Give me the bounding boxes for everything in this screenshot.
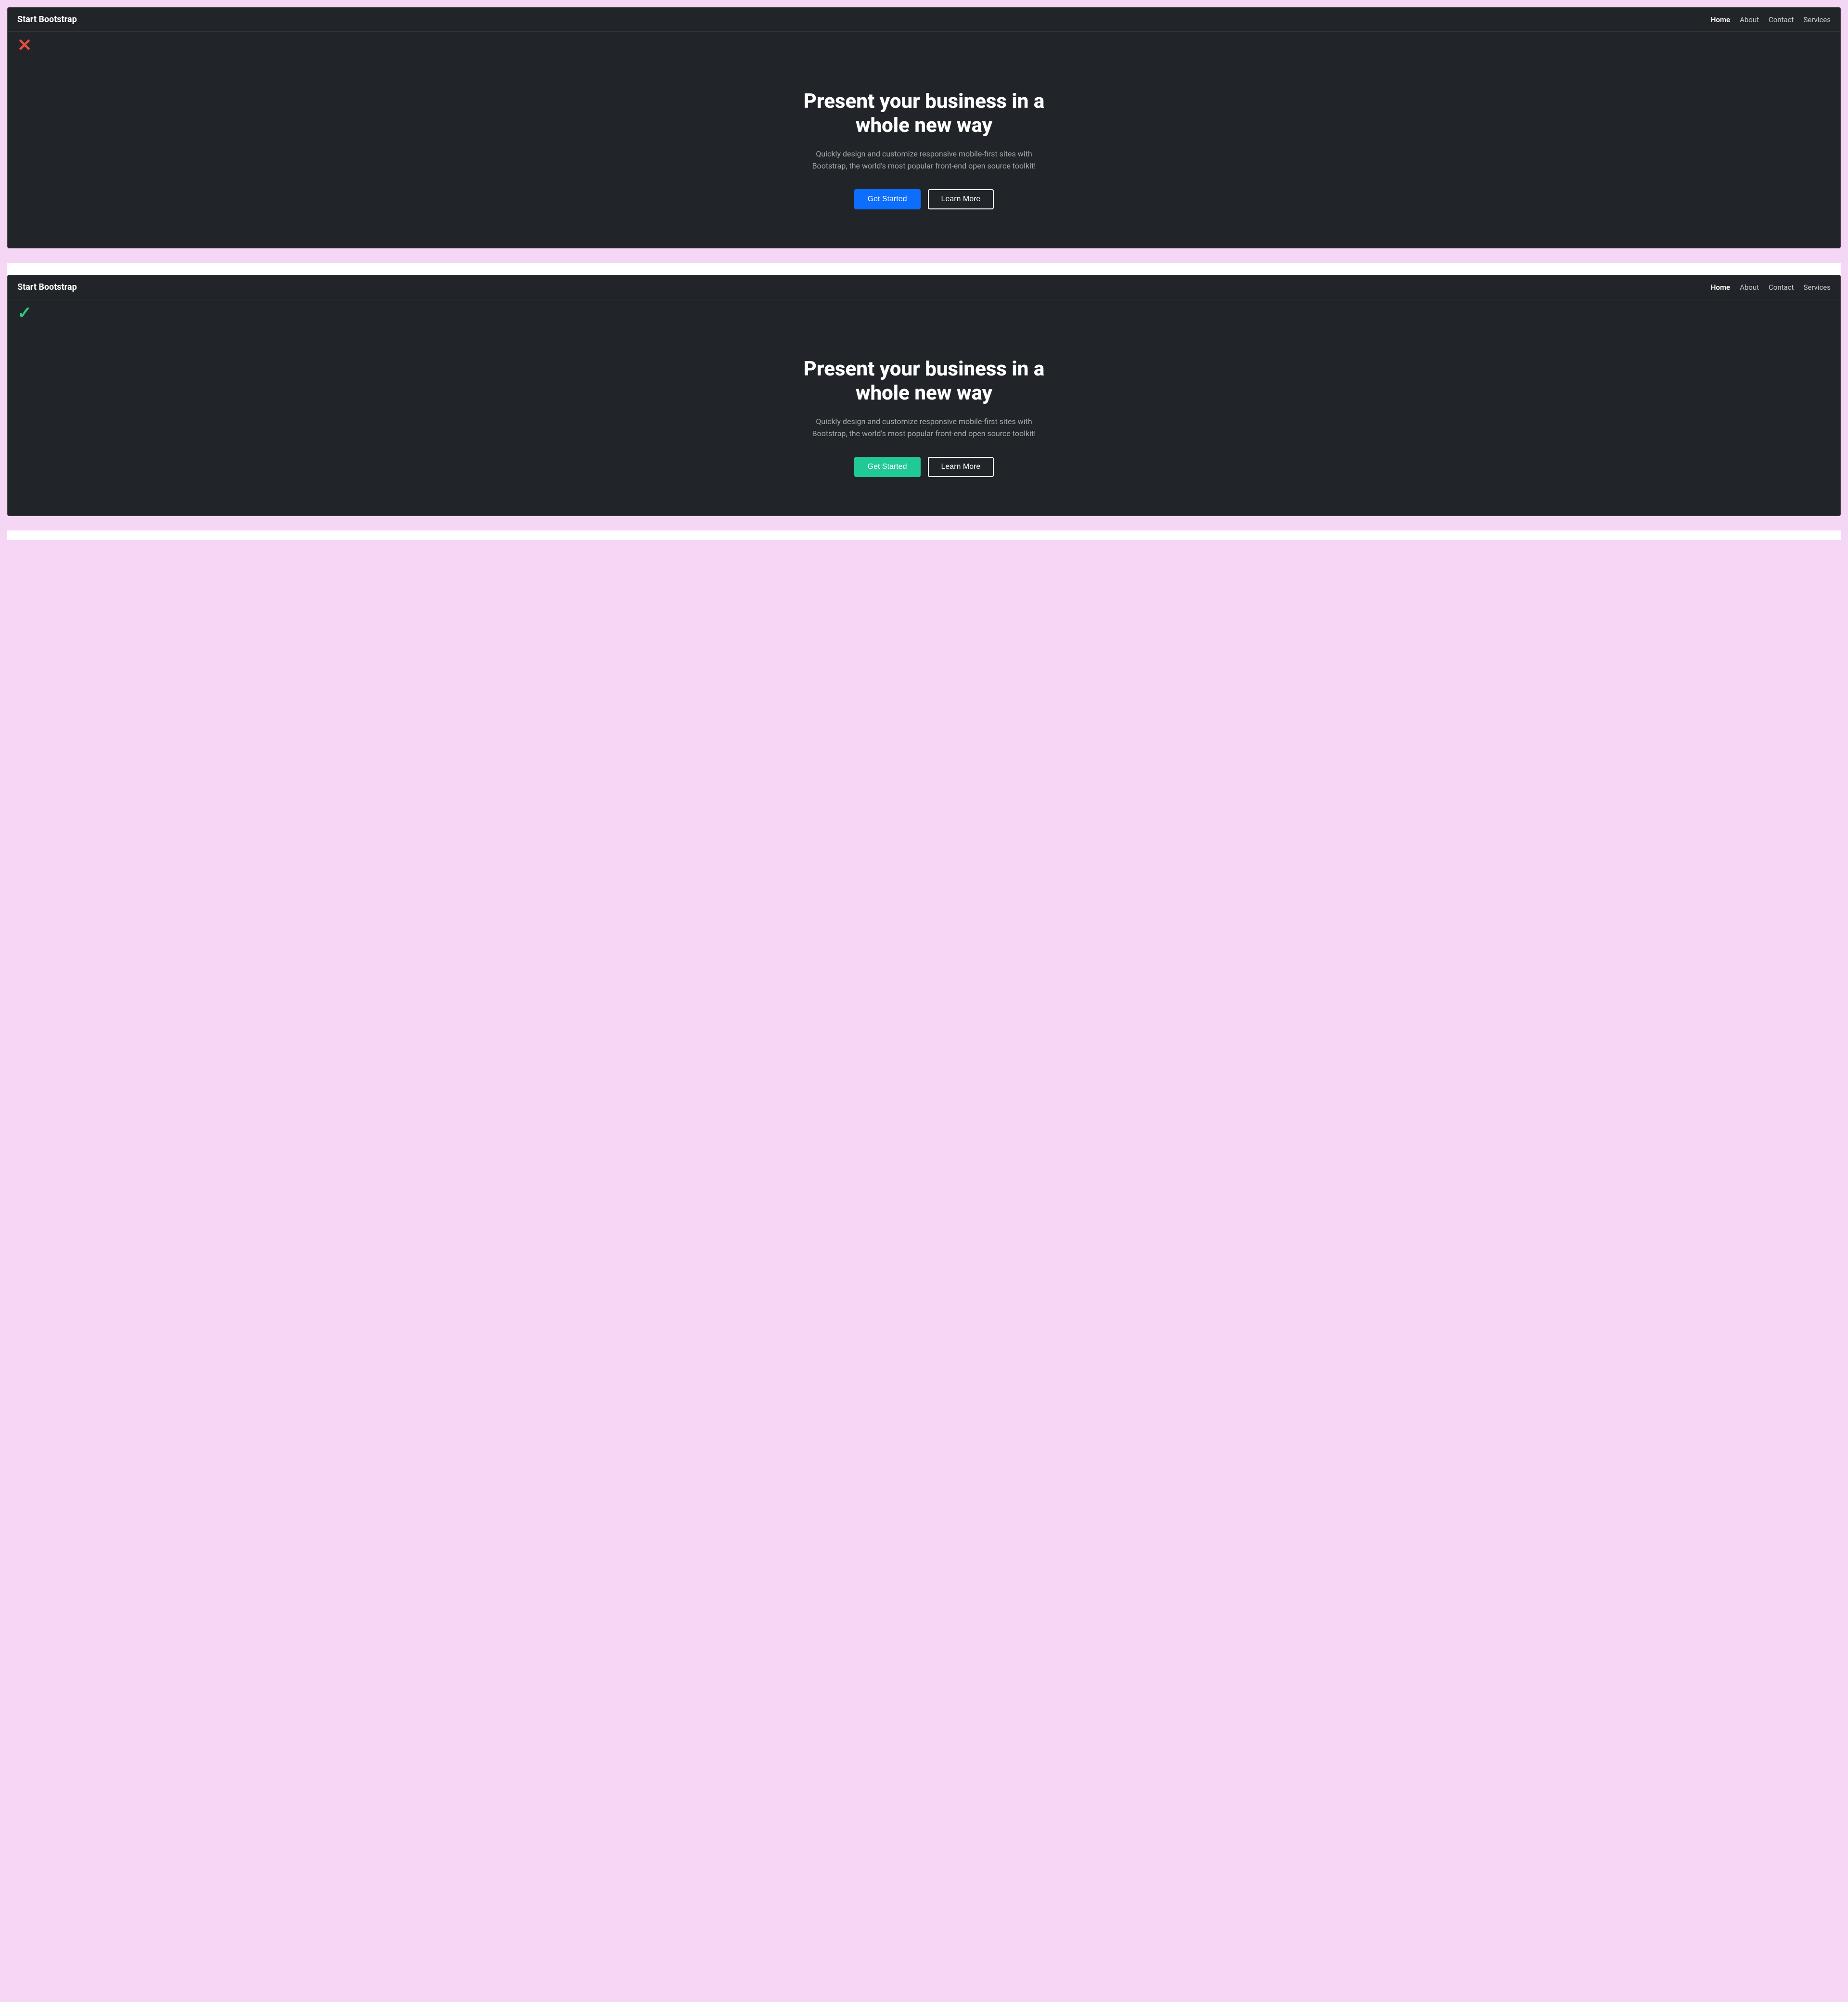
learn-more-button-2[interactable]: Learn More bbox=[928, 457, 994, 477]
browser-window-1: Start Bootstrap Home About Contact Servi… bbox=[7, 7, 1841, 248]
get-started-button-1[interactable]: Get Started bbox=[854, 189, 921, 209]
status-icon-area-1: ✕ bbox=[8, 32, 1840, 61]
hero-heading-1: Present your business in a whole new way bbox=[780, 90, 1068, 138]
learn-more-button-1[interactable]: Learn More bbox=[928, 189, 994, 209]
hero-heading-2: Present your business in a whole new way bbox=[780, 357, 1068, 406]
nav-services-1[interactable]: Services bbox=[1803, 15, 1831, 24]
nav-links-2: Home About Contact Services bbox=[1711, 283, 1831, 292]
hero-buttons-1: Get Started Learn More bbox=[17, 189, 1831, 209]
brand-logo-1[interactable]: Start Bootstrap bbox=[17, 14, 77, 25]
hero-section-2: Present your business in a whole new way… bbox=[8, 328, 1840, 516]
browser-window-2: Start Bootstrap Home About Contact Servi… bbox=[7, 275, 1841, 516]
success-icon: ✓ bbox=[17, 304, 37, 323]
status-icon-area-2: ✓ bbox=[8, 299, 1840, 328]
bottom-white-gap bbox=[7, 530, 1841, 540]
white-gap bbox=[7, 263, 1841, 275]
nav-links-1: Home About Contact Services bbox=[1711, 15, 1831, 24]
get-started-button-2[interactable]: Get Started bbox=[854, 457, 921, 477]
brand-logo-2[interactable]: Start Bootstrap bbox=[17, 282, 77, 292]
nav-contact-2[interactable]: Contact bbox=[1769, 283, 1794, 292]
error-icon: ✕ bbox=[17, 37, 37, 56]
hero-subtext-1: Quickly design and customize responsive … bbox=[808, 148, 1040, 172]
nav-about-1[interactable]: About bbox=[1740, 15, 1759, 24]
nav-about-2[interactable]: About bbox=[1740, 283, 1759, 292]
hero-buttons-2: Get Started Learn More bbox=[17, 457, 1831, 477]
nav-services-2[interactable]: Services bbox=[1803, 283, 1831, 292]
nav-home-2[interactable]: Home bbox=[1711, 283, 1730, 292]
nav-home-1[interactable]: Home bbox=[1711, 15, 1730, 24]
navbar-1: Start Bootstrap Home About Contact Servi… bbox=[8, 8, 1840, 32]
hero-section-1: Present your business in a whole new way… bbox=[8, 61, 1840, 248]
navbar-2: Start Bootstrap Home About Contact Servi… bbox=[8, 275, 1840, 299]
nav-contact-1[interactable]: Contact bbox=[1769, 15, 1794, 24]
hero-subtext-2: Quickly design and customize responsive … bbox=[808, 415, 1040, 440]
